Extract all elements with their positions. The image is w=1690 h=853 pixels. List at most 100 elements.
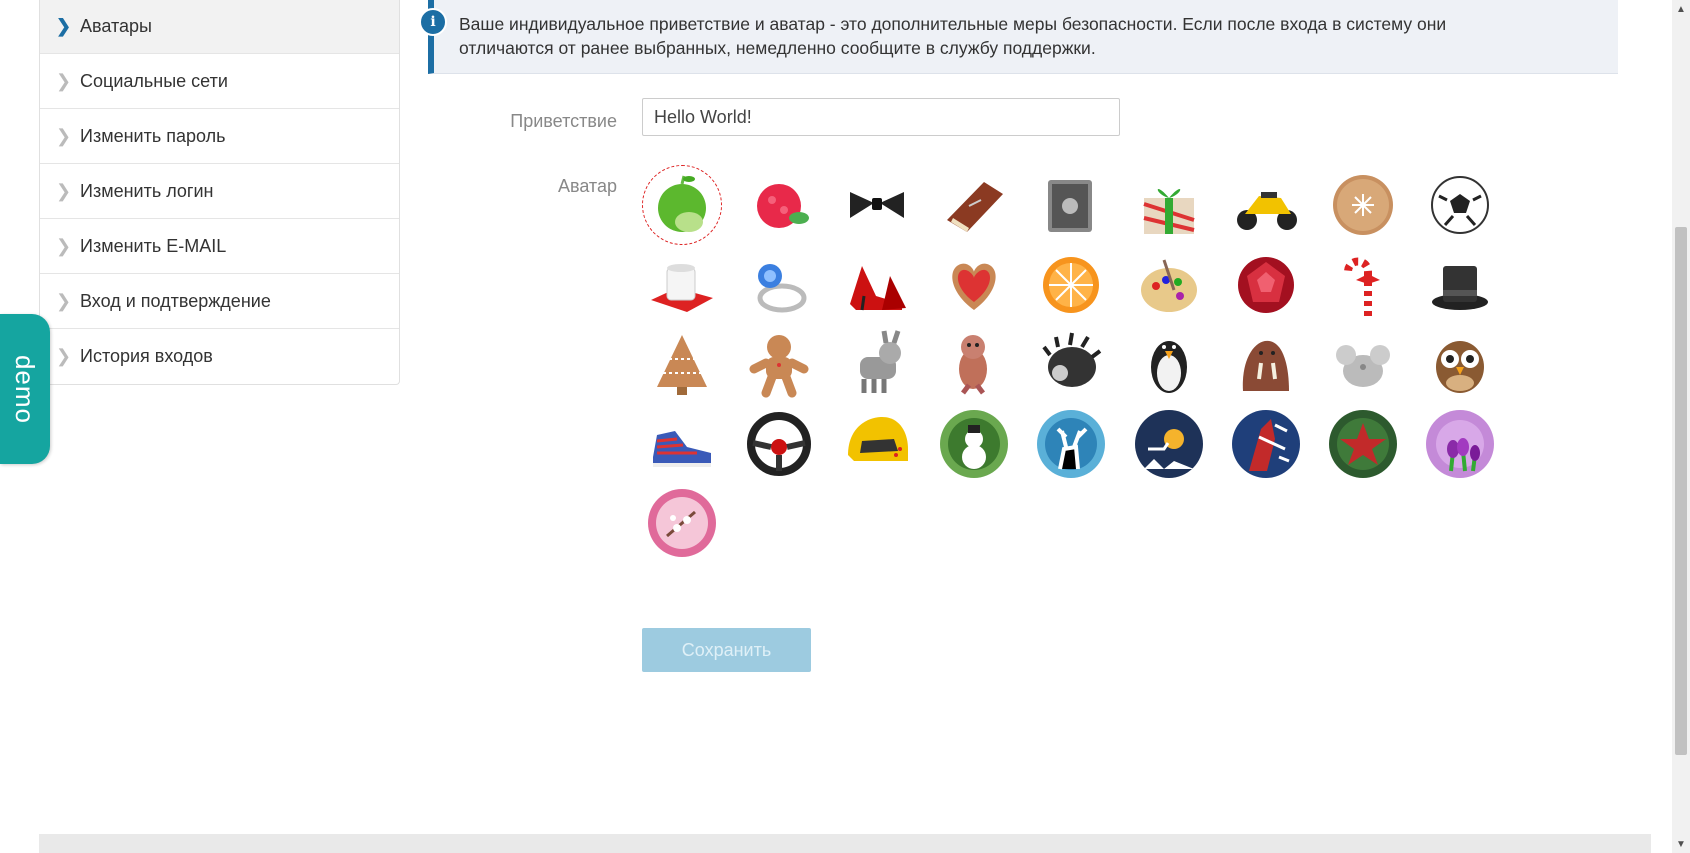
chevron-right-icon: ❯	[56, 16, 72, 36]
avatar-gift[interactable]	[1129, 165, 1209, 245]
info-icon: i	[419, 8, 447, 36]
scroll-thumb[interactable]	[1675, 227, 1687, 755]
sidebar-item-email[interactable]: ❯ Изменить E-MAIL	[40, 219, 399, 274]
avatar-penguin[interactable]	[1129, 324, 1209, 404]
sidebar-item-login-history[interactable]: ❯ История входов	[40, 329, 399, 384]
penguin-icon	[1150, 341, 1187, 393]
sidebar-item-label: История входов	[80, 346, 213, 366]
avatar-cookie[interactable]	[1323, 165, 1403, 245]
sidebar-item-label: Вход и подтверждение	[80, 290, 271, 311]
avatar-cup[interactable]	[642, 245, 722, 325]
sidebar-item-label: Социальные сети	[80, 70, 228, 91]
avatar-squirrel[interactable]	[934, 324, 1014, 404]
sakura-badge-icon	[648, 489, 716, 557]
chevron-right-icon: ❯	[56, 235, 72, 256]
avatar-raspberry[interactable]	[739, 165, 819, 245]
avatar-mouse[interactable]	[1323, 324, 1403, 404]
info-alert: i Ваше индивидуальное приветствие и ават…	[419, 0, 1618, 74]
avatar-high-heels[interactable]	[837, 245, 917, 325]
avatar-ring[interactable]	[739, 245, 819, 325]
walrus-icon	[1242, 340, 1289, 391]
avatar-heart-cookie[interactable]	[934, 245, 1014, 325]
avatar-tulips-badge[interactable]	[1420, 404, 1500, 484]
ring-icon	[757, 263, 807, 312]
owl-icon	[1436, 341, 1485, 393]
scroll-up-icon[interactable]: ▲	[1672, 0, 1690, 18]
avatar-donkey[interactable]	[837, 324, 917, 404]
gift-icon	[1142, 189, 1195, 234]
bow-tie-icon	[849, 192, 904, 218]
safe-icon	[1048, 180, 1093, 232]
avatar-apple[interactable]	[642, 165, 722, 245]
demo-tab-label: demo	[10, 354, 41, 424]
avatar-steering-wheel[interactable]	[739, 404, 819, 484]
sleigh-badge-icon	[1134, 409, 1203, 478]
avatar-candy-cane[interactable]	[1323, 245, 1403, 325]
avatar-orange[interactable]	[1031, 245, 1111, 325]
donkey-icon	[859, 330, 901, 393]
book-icon	[946, 182, 1003, 232]
chevron-right-icon: ❯	[56, 346, 72, 366]
planes-badge-icon	[1231, 409, 1300, 478]
sidebar-item-social[interactable]: ❯ Социальные сети	[40, 54, 399, 109]
chevron-right-icon: ❯	[56, 180, 72, 201]
save-button[interactable]: Сохранить	[642, 628, 811, 672]
cookie-icon	[1333, 175, 1394, 235]
avatar-helmet[interactable]	[837, 404, 917, 484]
avatar-sakura-badge[interactable]	[642, 483, 722, 563]
sidebar-item-label: Изменить логин	[80, 180, 214, 201]
avatar-safe[interactable]	[1031, 165, 1111, 245]
avatar-motorcycle[interactable]	[1226, 165, 1306, 245]
gingerbread-man-icon	[749, 335, 809, 398]
greeting-label: Приветствие	[510, 111, 617, 131]
avatar-label: Аватар	[557, 176, 617, 196]
scroll-down-icon[interactable]: ▼	[1672, 835, 1690, 853]
greeting-input[interactable]	[642, 98, 1120, 136]
apple-icon	[658, 175, 706, 232]
soccer-ball-icon	[1431, 176, 1490, 234]
avatar-bow-tie[interactable]	[837, 165, 917, 245]
helmet-icon	[847, 416, 908, 461]
avatar-sleigh-badge[interactable]	[1129, 404, 1209, 484]
sneaker-icon	[653, 430, 711, 467]
avatar-owl[interactable]	[1420, 324, 1500, 404]
chevron-right-icon: ❯	[56, 290, 72, 311]
avatar-gingerbread-tree[interactable]	[642, 324, 722, 404]
star-badge-icon	[1329, 409, 1398, 478]
avatar-gingerbread-man[interactable]	[739, 324, 819, 404]
orange-icon	[1043, 256, 1100, 313]
avatar-walrus[interactable]	[1226, 324, 1306, 404]
avatar-hedgehog[interactable]	[1031, 324, 1111, 404]
high-heels-icon	[849, 265, 906, 310]
avatar-deer-badge[interactable]	[1031, 404, 1111, 484]
palette-icon	[1140, 259, 1197, 312]
scrollbar[interactable]: ▲ ▼	[1672, 0, 1690, 853]
page-footer	[39, 834, 1651, 853]
avatar-star-badge[interactable]	[1323, 404, 1403, 484]
avatar-planes-badge[interactable]	[1226, 404, 1306, 484]
avatar-top-hat[interactable]	[1420, 245, 1500, 325]
hedgehog-icon	[1042, 332, 1102, 387]
top-hat-icon	[1432, 265, 1489, 310]
sidebar-item-login-confirm[interactable]: ❯ Вход и подтверждение	[40, 274, 399, 329]
deer-badge-icon	[1037, 409, 1106, 478]
sidebar-item-login[interactable]: ❯ Изменить логин	[40, 164, 399, 219]
sidebar-item-avatars[interactable]: ❯ Аватары	[40, 0, 399, 54]
candy-cane-icon	[1344, 257, 1381, 316]
avatar-snowman-badge[interactable]	[934, 404, 1014, 484]
avatar-soccer-ball[interactable]	[1420, 165, 1500, 245]
avatar-palette[interactable]	[1129, 245, 1209, 325]
gingerbread-tree-icon	[657, 335, 707, 395]
chevron-right-icon: ❯	[56, 125, 72, 146]
demo-tab[interactable]: demo	[0, 314, 50, 464]
avatar-sneaker[interactable]	[642, 404, 722, 484]
steering-wheel-icon	[747, 411, 812, 476]
avatar-ruby[interactable]	[1226, 245, 1306, 325]
heart-cookie-icon	[952, 263, 996, 310]
avatar-book[interactable]	[934, 165, 1014, 245]
sidebar-item-password[interactable]: ❯ Изменить пароль	[40, 109, 399, 164]
ruby-icon	[1237, 256, 1294, 313]
sidebar-item-label: Изменить E-MAIL	[80, 235, 227, 256]
cup-icon	[651, 263, 713, 312]
raspberry-icon	[757, 184, 810, 228]
